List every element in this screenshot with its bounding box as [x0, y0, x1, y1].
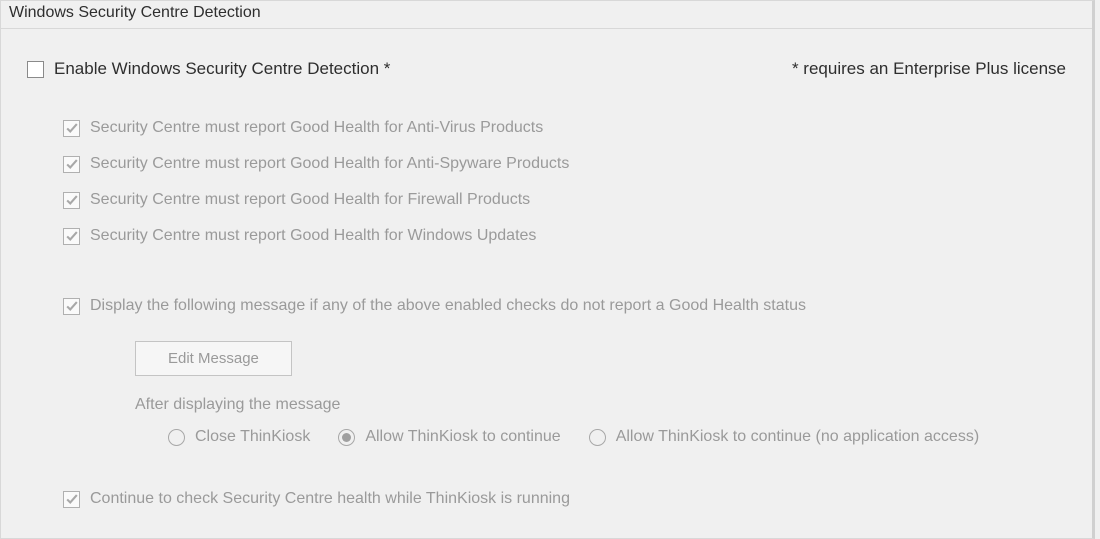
check-updates-label: Security Centre must report Good Health … [90, 227, 536, 245]
check-antispyware-checkbox[interactable] [63, 156, 80, 173]
check-antivirus-label: Security Centre must report Good Health … [90, 119, 543, 137]
display-message-label: Display the following message if any of … [90, 297, 806, 315]
check-updates-checkbox[interactable] [63, 228, 80, 245]
radio-icon [338, 429, 355, 446]
radio-icon [589, 429, 606, 446]
license-note: * requires an Enterprise Plus license [792, 59, 1066, 79]
checkmark-icon [65, 492, 79, 506]
radio-close-label: Close ThinKiosk [195, 428, 310, 446]
continue-check-row: Continue to check Security Centre health… [63, 490, 1066, 508]
radio-allow-continue[interactable]: Allow ThinKiosk to continue [338, 428, 560, 446]
checkmark-icon [65, 193, 79, 207]
check-antispyware-row: Security Centre must report Good Health … [63, 155, 1066, 173]
checkmark-icon [65, 157, 79, 171]
check-firewall-row: Security Centre must report Good Health … [63, 191, 1066, 209]
check-antivirus-row: Security Centre must report Good Health … [63, 119, 1066, 137]
enable-label: Enable Windows Security Centre Detection… [54, 59, 390, 79]
checkmark-icon [65, 299, 79, 313]
edit-message-button[interactable]: Edit Message [135, 341, 292, 376]
check-updates-row: Security Centre must report Good Health … [63, 227, 1066, 245]
security-centre-panel: Windows Security Centre Detection Enable… [0, 0, 1095, 539]
radio-icon [168, 429, 185, 446]
radio-allow-noaccess-label: Allow ThinKiosk to continue (no applicat… [616, 428, 979, 446]
enable-checkbox[interactable] [27, 61, 44, 78]
check-antivirus-checkbox[interactable] [63, 120, 80, 137]
continue-check-label: Continue to check Security Centre health… [90, 490, 570, 508]
display-message-checkbox[interactable] [63, 298, 80, 315]
panel-title: Windows Security Centre Detection [1, 1, 1092, 29]
display-message-row: Display the following message if any of … [63, 297, 1066, 315]
checkmark-icon [65, 229, 79, 243]
checkmark-icon [65, 121, 79, 135]
panel-content: Enable Windows Security Centre Detection… [1, 29, 1092, 508]
enable-row: Enable Windows Security Centre Detection… [27, 59, 1066, 79]
after-action-group: Close ThinKiosk Allow ThinKiosk to conti… [168, 428, 1066, 446]
radio-allow-label: Allow ThinKiosk to continue [365, 428, 560, 446]
checks-group: Security Centre must report Good Health … [63, 119, 1066, 508]
after-display-label: After displaying the message [135, 396, 1066, 414]
check-antispyware-label: Security Centre must report Good Health … [90, 155, 569, 173]
continue-check-checkbox[interactable] [63, 491, 80, 508]
radio-close-thinkiosk[interactable]: Close ThinKiosk [168, 428, 310, 446]
radio-allow-noaccess[interactable]: Allow ThinKiosk to continue (no applicat… [589, 428, 979, 446]
check-firewall-checkbox[interactable] [63, 192, 80, 209]
check-firewall-label: Security Centre must report Good Health … [90, 191, 530, 209]
